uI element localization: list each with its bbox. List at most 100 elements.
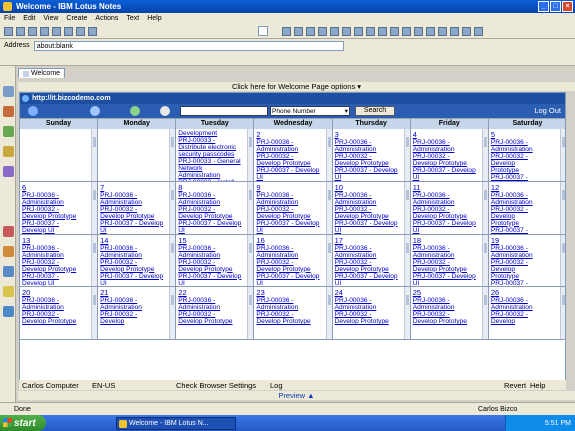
calendar-entry-link[interactable]: PRJ-00032 -: [491, 206, 558, 213]
calendar-entry-link[interactable]: PRJ-00032 -: [22, 259, 89, 266]
day-number-link[interactable]: 17: [335, 236, 402, 245]
cell-scrollbar[interactable]: [169, 181, 176, 234]
calendar-entry-link[interactable]: Administration: [178, 252, 245, 259]
home-icon[interactable]: [4, 27, 13, 36]
calendar-entry-link[interactable]: Develop Prototype: [256, 266, 323, 273]
calendar-entry-link[interactable]: Develop: [491, 266, 558, 273]
calendar-entry-link[interactable]: Administration: [100, 304, 167, 311]
link-icon[interactable]: [426, 27, 435, 36]
cell-scrollbar[interactable]: [91, 129, 98, 181]
calendar-entry-link[interactable]: Administration: [256, 146, 323, 153]
calendar-entry-link[interactable]: UI: [413, 174, 480, 181]
check-browser-link[interactable]: Check Browser Settings: [176, 381, 270, 390]
cell-scrollbar[interactable]: [481, 234, 488, 287]
calendar-entry-link[interactable]: Administration: [22, 252, 89, 259]
welcome-options-link[interactable]: Click here for Welcome Page options ▾: [18, 82, 575, 91]
calendar-entry-link[interactable]: PRJ-00032 -: [256, 206, 323, 213]
calendar-entry-link[interactable]: Develop Prototype: [22, 213, 89, 220]
calendar-entry-link[interactable]: PRJ-00037 - Develop: [178, 273, 245, 280]
cell-scrollbar[interactable]: [325, 287, 332, 339]
calendar-entry-link[interactable]: PRJ-00037 -: [22, 273, 89, 280]
calendar-entry-link[interactable]: Develop: [491, 213, 558, 220]
day-number-link[interactable]: 25: [413, 288, 480, 297]
search-button[interactable]: Search: [355, 106, 395, 116]
calendar-entry-link[interactable]: PRJ-00036 -: [413, 245, 480, 252]
calendar-entry-link[interactable]: PRJ-00036 -: [22, 192, 89, 199]
calendar-entry-link[interactable]: Develop Prototype: [256, 318, 323, 325]
calendar-entry-link[interactable]: PRJ-00037 - Develop: [256, 220, 323, 227]
underline-icon[interactable]: [306, 27, 315, 36]
calendar-entry-link[interactable]: Administration: [256, 304, 323, 311]
calendar-entry-link[interactable]: Develop Prototype: [178, 213, 245, 220]
calendar-entry-link[interactable]: Develop Prototype: [178, 318, 245, 325]
cell-scrollbar[interactable]: [403, 287, 410, 339]
cut-icon[interactable]: [52, 27, 61, 36]
calendar-entry-link[interactable]: PRJ-00037 -: [491, 174, 558, 181]
cell-scrollbar[interactable]: [481, 287, 488, 339]
address-input[interactable]: about:blank: [33, 40, 344, 51]
calendar-entry-link[interactable]: PRJ-00032 -: [491, 153, 558, 160]
calendar-entry-link[interactable]: PRJ-00037 -: [491, 280, 558, 287]
day-number-link[interactable]: 7: [100, 183, 167, 192]
calendar-entry-link[interactable]: Administration: [413, 304, 480, 311]
calendar-entry-link[interactable]: Administration: [413, 199, 480, 206]
calendar-entry-link[interactable]: Develop Prototype: [256, 213, 323, 220]
open-icon[interactable]: [16, 27, 25, 36]
calendar-entry-link[interactable]: Administration: [335, 252, 402, 259]
calendar-entry-link[interactable]: PRJ-00037 - Develop: [256, 167, 323, 174]
calendar-entry-link[interactable]: PRJ-00036 -: [178, 192, 245, 199]
calendar-entry-link[interactable]: Develop Prototype: [100, 213, 167, 220]
day-number-link[interactable]: 15: [178, 236, 245, 245]
calendar-entry-link[interactable]: UI: [413, 227, 480, 234]
calendar-entry-link[interactable]: PRJ-00036 -: [256, 139, 323, 146]
calendar-entry-link[interactable]: PRJ-00032 -: [22, 311, 89, 318]
calendar-entry-link[interactable]: Administration: [491, 146, 558, 153]
calendar-entry-link[interactable]: PRJ-00032 -: [178, 206, 245, 213]
calendar-entry-link[interactable]: PRJ-00032 -: [335, 259, 402, 266]
calendar-entry-link[interactable]: PRJ-00032 -: [491, 311, 558, 318]
calendar-entry-link[interactable]: Develop Prototype: [335, 213, 402, 220]
more-icon[interactable]: [474, 27, 483, 36]
calendar-entry-link[interactable]: Develop Prototype: [335, 318, 402, 325]
tab-welcome[interactable]: Welcome: [18, 68, 66, 78]
calendar-entry-link[interactable]: PRJ-00032 -: [413, 311, 480, 318]
attach-icon[interactable]: [450, 27, 459, 36]
revert-link[interactable]: Revert: [504, 381, 530, 390]
calendar-entry-link[interactable]: PRJ-00032 -: [22, 206, 89, 213]
menu-create[interactable]: Create: [66, 15, 87, 22]
calendar-entry-link[interactable]: UI: [100, 227, 167, 234]
calendar-entry-link[interactable]: PRJ-00037 - Develop: [413, 220, 480, 227]
calendar-entry-link[interactable]: Develop Prototype: [413, 160, 480, 167]
calendar-entry-link[interactable]: Administration: [335, 146, 402, 153]
day-number-link[interactable]: 10: [335, 183, 402, 192]
contacts-icon[interactable]: [3, 126, 14, 137]
calendar-entry-link[interactable]: Develop Prototype: [22, 318, 89, 325]
calendar-entry-link[interactable]: PRJ-00032 -: [335, 311, 402, 318]
help-link[interactable]: Help: [530, 381, 545, 390]
day-number-link[interactable]: 24: [335, 288, 402, 297]
calendar-entry-link[interactable]: PRJ-00037 - Develop: [100, 273, 167, 280]
calendar-entry-link[interactable]: PRJ-00032 -: [256, 153, 323, 160]
calendar-entry-link[interactable]: PRJ-00036 -: [100, 192, 167, 199]
day-number-link[interactable]: 18: [413, 236, 480, 245]
menu-file[interactable]: File: [4, 15, 15, 22]
calendar-entry-link[interactable]: PRJ-00036 -: [178, 245, 245, 252]
day-number-link[interactable]: 14: [100, 236, 167, 245]
italic-icon[interactable]: [294, 27, 303, 36]
day-number-link[interactable]: 4: [413, 130, 480, 139]
log-link[interactable]: Log: [270, 381, 430, 390]
calendar-icon[interactable]: [3, 106, 14, 117]
calendar-entry-link[interactable]: PRJ-00036 -: [22, 245, 89, 252]
portal-home-icon[interactable]: [90, 106, 100, 116]
calendar-entry-link[interactable]: PRJ-00036 -: [335, 297, 402, 304]
calendar-entry-link[interactable]: PRJ-00032 -: [413, 153, 480, 160]
calendar-entry-link[interactable]: UI: [178, 280, 245, 287]
calendar-entry-link[interactable]: PRJ-00032 -: [100, 206, 167, 213]
calendar-entry-link[interactable]: Develop Prototype: [256, 160, 323, 167]
calendar-entry-link[interactable]: Develop UI: [22, 280, 89, 287]
portal-check-icon[interactable]: [160, 106, 170, 116]
calendar-entry-link[interactable]: Administration: [178, 172, 245, 179]
cell-scrollbar[interactable]: [560, 129, 565, 181]
menu-view[interactable]: View: [43, 15, 58, 22]
folder-icon[interactable]: [3, 286, 14, 297]
